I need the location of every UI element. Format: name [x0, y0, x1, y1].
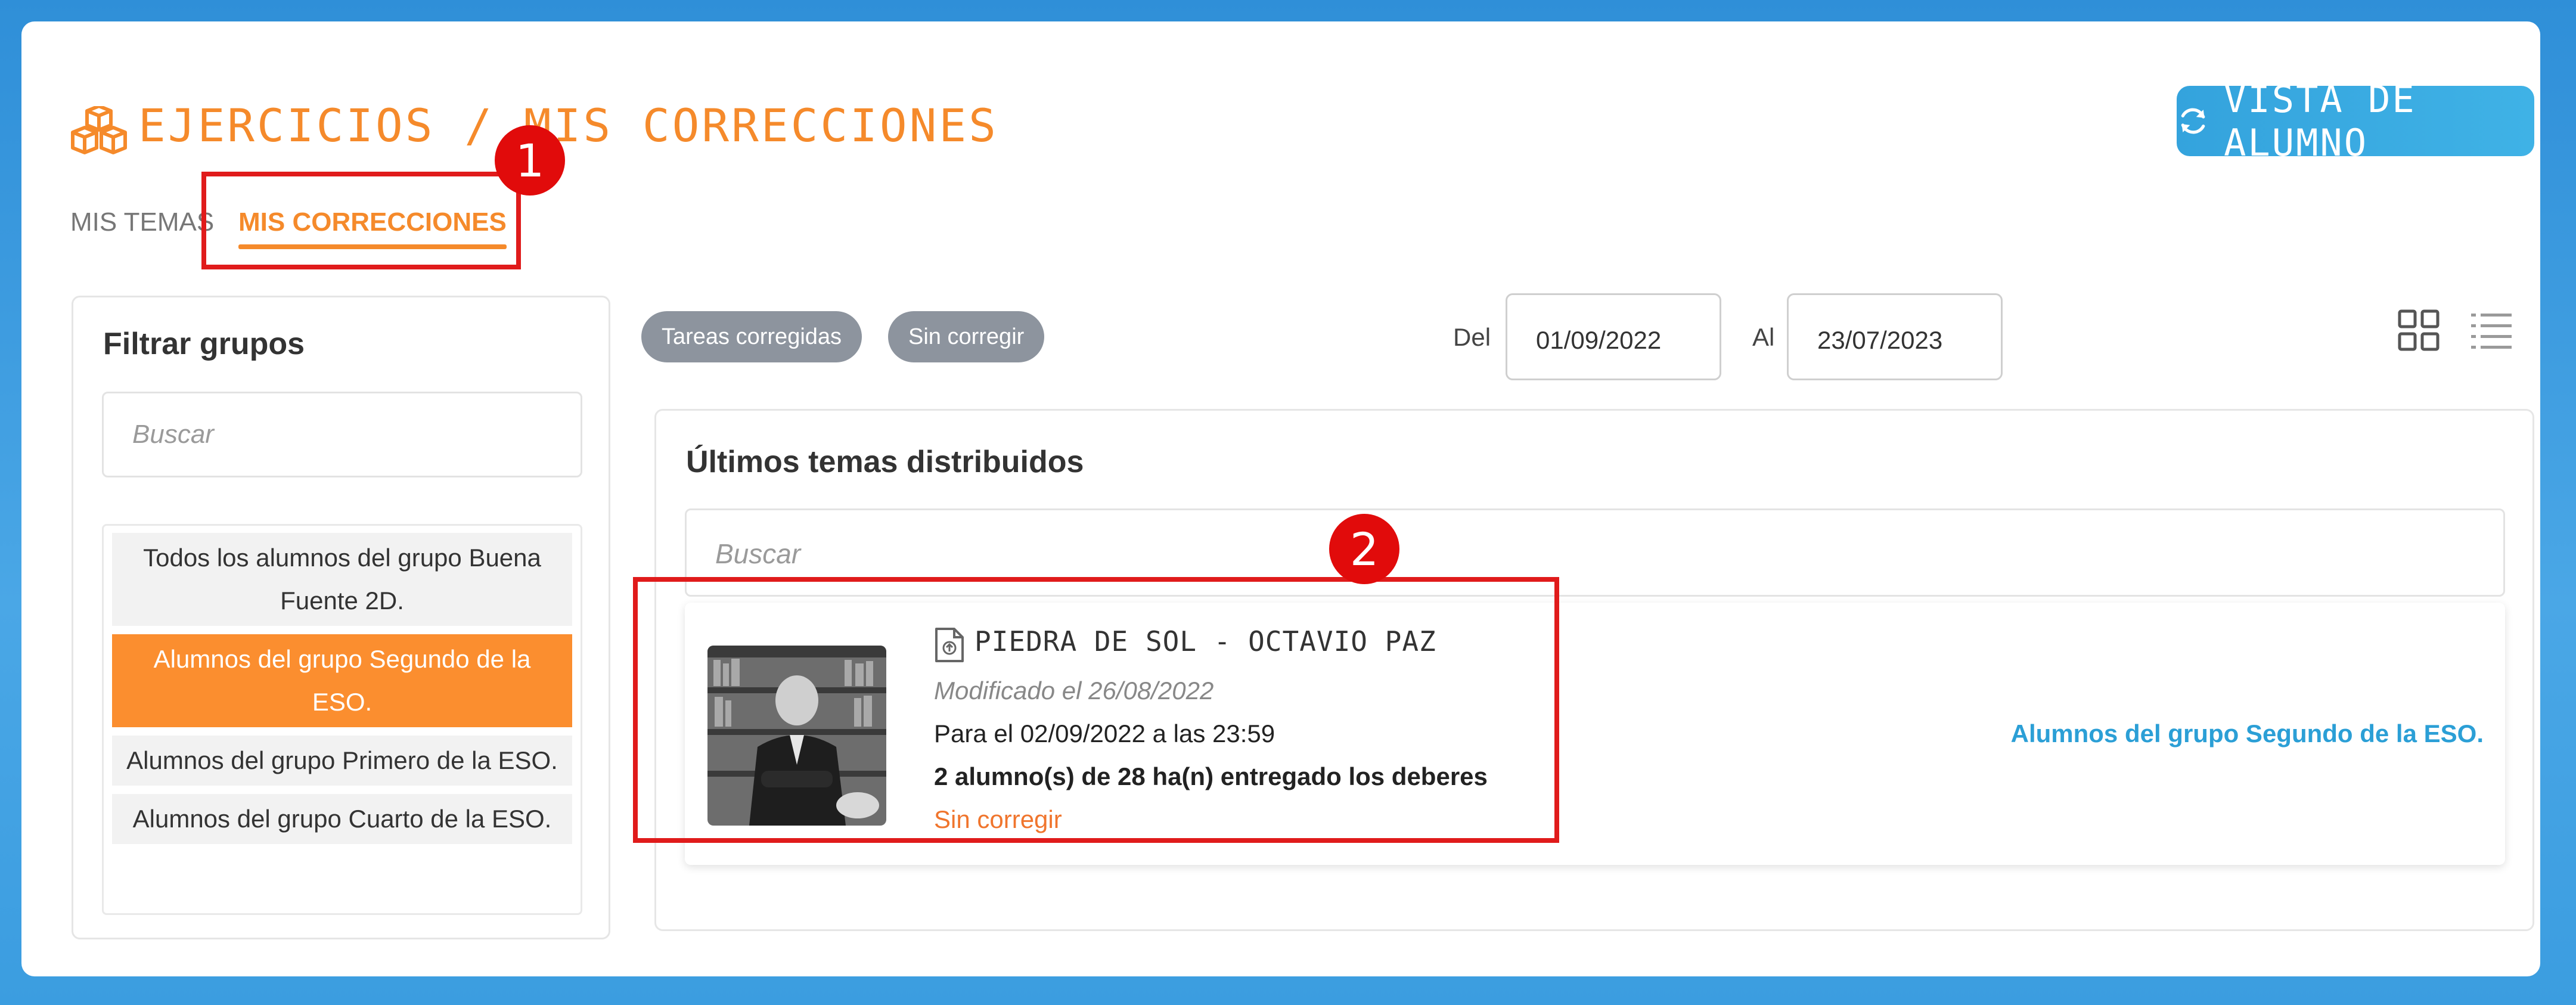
annotation-marker-1: 1: [495, 125, 565, 196]
student-view-label: VISTA DE ALUMNO: [2224, 77, 2416, 165]
corrected-tasks-chip[interactable]: Tareas corregidas: [641, 311, 862, 362]
from-date-input[interactable]: 01/09/2022: [1506, 293, 1721, 380]
filter-groups-title: Filtrar grupos: [103, 327, 305, 361]
group-filter-panel: Filtrar grupos Buscar Todos los alumnos …: [72, 296, 610, 939]
group-list: Todos los alumnos del grupo Buena Fuente…: [102, 524, 582, 915]
page-title: EJERCICIOS / MIS CORRECCIONES: [138, 99, 998, 152]
uncorrected-chip[interactable]: Sin corregir: [888, 311, 1045, 362]
from-date-label: Del: [1453, 323, 1491, 351]
section-title: Últimos temas distribuidos: [686, 445, 1084, 479]
group-item-segundo-eso[interactable]: Alumnos del grupo Segundo de la ESO.: [112, 634, 572, 727]
annotation-marker-2: 2: [1329, 514, 1399, 584]
group-search-input[interactable]: Buscar: [102, 392, 582, 477]
cubes-icon: [71, 106, 127, 154]
main-card: EJERCICIOS / MIS CORRECCIONES VISTA DE A…: [21, 21, 2540, 976]
group-item-cuarto-eso[interactable]: Alumnos del grupo Cuarto de la ESO.: [112, 794, 572, 844]
to-date-input[interactable]: 23/07/2023: [1787, 293, 2003, 380]
group-item-primero-eso[interactable]: Alumnos del grupo Primero de la ESO.: [112, 736, 572, 786]
grid-view-icon[interactable]: [2397, 309, 2440, 352]
to-date-label: Al: [1752, 323, 1775, 351]
annotation-box-1: [201, 172, 521, 269]
assigned-group-link[interactable]: Alumnos del grupo Segundo de la ESO.: [2011, 719, 2484, 748]
annotation-box-2: [633, 577, 1559, 843]
refresh-icon: [2181, 108, 2205, 134]
group-item-buena-fuente[interactable]: Todos los alumnos del grupo Buena Fuente…: [112, 533, 572, 626]
student-view-button[interactable]: VISTA DE ALUMNO: [2177, 77, 2534, 165]
list-view-icon[interactable]: [2470, 309, 2513, 352]
tab-mis-temas[interactable]: MIS TEMAS: [70, 207, 214, 237]
